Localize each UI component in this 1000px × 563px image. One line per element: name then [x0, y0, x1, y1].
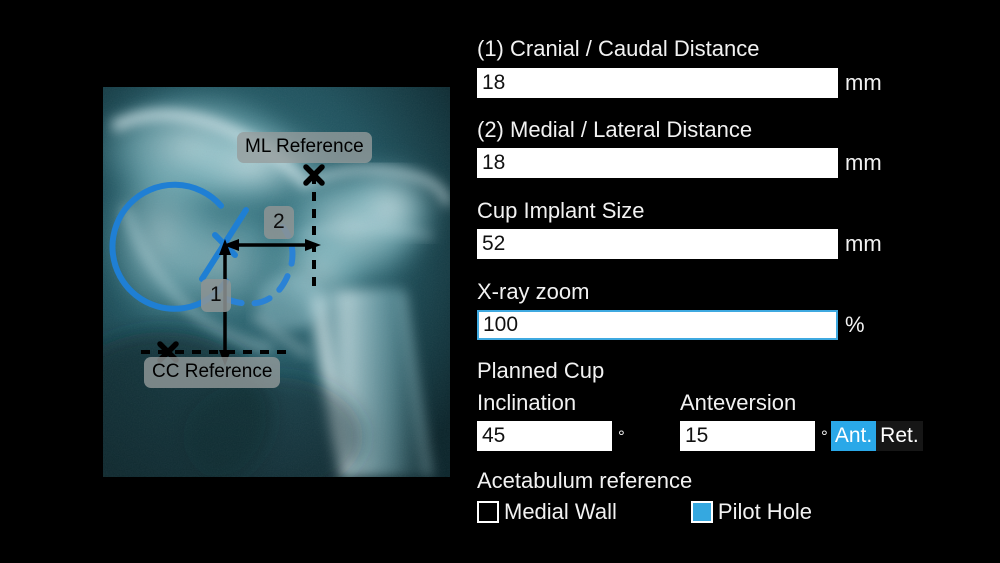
anteversion-toggle-ret[interactable]: Ret. [876, 421, 923, 451]
acetabulum-reference-options: Medial Wall Pilot Hole [477, 501, 812, 523]
medial-lateral-distance-row: 18 mm [477, 148, 882, 178]
app-root: ML Reference CC Reference 1 2 (1) Crania… [0, 0, 1000, 563]
pilot-hole-label: Pilot Hole [717, 499, 813, 524]
medial-lateral-distance-unit: mm [845, 150, 882, 175]
xray-zoom-label: X-ray zoom [477, 279, 590, 304]
cup-implant-size-input[interactable]: 52 [477, 229, 838, 259]
medial-wall-option[interactable]: Medial Wall [477, 501, 617, 523]
inclination-row: 45 ° [477, 421, 628, 451]
ml-measure-arrow [223, 239, 321, 251]
cranial-caudal-distance-row: 18 mm [477, 68, 882, 98]
cup-implant-size-row: 52 mm [477, 229, 882, 259]
inclination-input[interactable]: 45 [477, 421, 612, 451]
anteversion-label: Anteversion [680, 390, 797, 415]
medial-wall-checkbox-icon[interactable] [477, 501, 499, 523]
ml-reference-marker [303, 164, 325, 287]
measurement-badge-1: 1 [201, 279, 231, 312]
medial-wall-label: Medial Wall [504, 499, 617, 524]
cup-implant-size-label: Cup Implant Size [477, 198, 645, 223]
cc-reference-label: CC Reference [144, 357, 281, 388]
xray-zoom-input[interactable]: 100 [477, 310, 838, 340]
anteversion-toggle-ant[interactable]: Ant. [830, 421, 877, 451]
xray-zoom-unit: % [845, 312, 865, 337]
pilot-hole-checkbox-icon[interactable] [690, 501, 713, 523]
xray-image-panel[interactable]: ML Reference CC Reference 1 2 [103, 87, 450, 477]
inclination-label: Inclination [477, 390, 577, 415]
medial-lateral-distance-input[interactable]: 18 [477, 148, 838, 178]
cranial-caudal-distance-label: (1) Cranial / Caudal Distance [477, 36, 760, 61]
medial-lateral-distance-label: (2) Medial / Lateral Distance [477, 117, 753, 142]
anteversion-input[interactable]: 15 [680, 421, 815, 451]
xray-zoom-row: 100 % [477, 310, 865, 340]
pilot-hole-option[interactable]: Pilot Hole [690, 499, 813, 524]
planned-cup-title: Planned Cup [477, 358, 605, 383]
anteversion-unit: ° [821, 426, 828, 446]
ml-reference-label: ML Reference [237, 132, 372, 163]
planning-form-panel: (1) Cranial / Caudal Distance 18 mm (2) … [477, 0, 1000, 563]
acetabulum-reference-title: Acetabulum reference [477, 468, 693, 493]
cranial-caudal-distance-input[interactable]: 18 [477, 68, 838, 98]
measurement-badge-2: 2 [264, 206, 294, 239]
cup-implant-size-unit: mm [845, 231, 882, 256]
inclination-unit: ° [618, 426, 625, 446]
cranial-caudal-distance-unit: mm [845, 70, 882, 95]
anteversion-row: 15 ° Ant. Ret. [680, 421, 923, 451]
